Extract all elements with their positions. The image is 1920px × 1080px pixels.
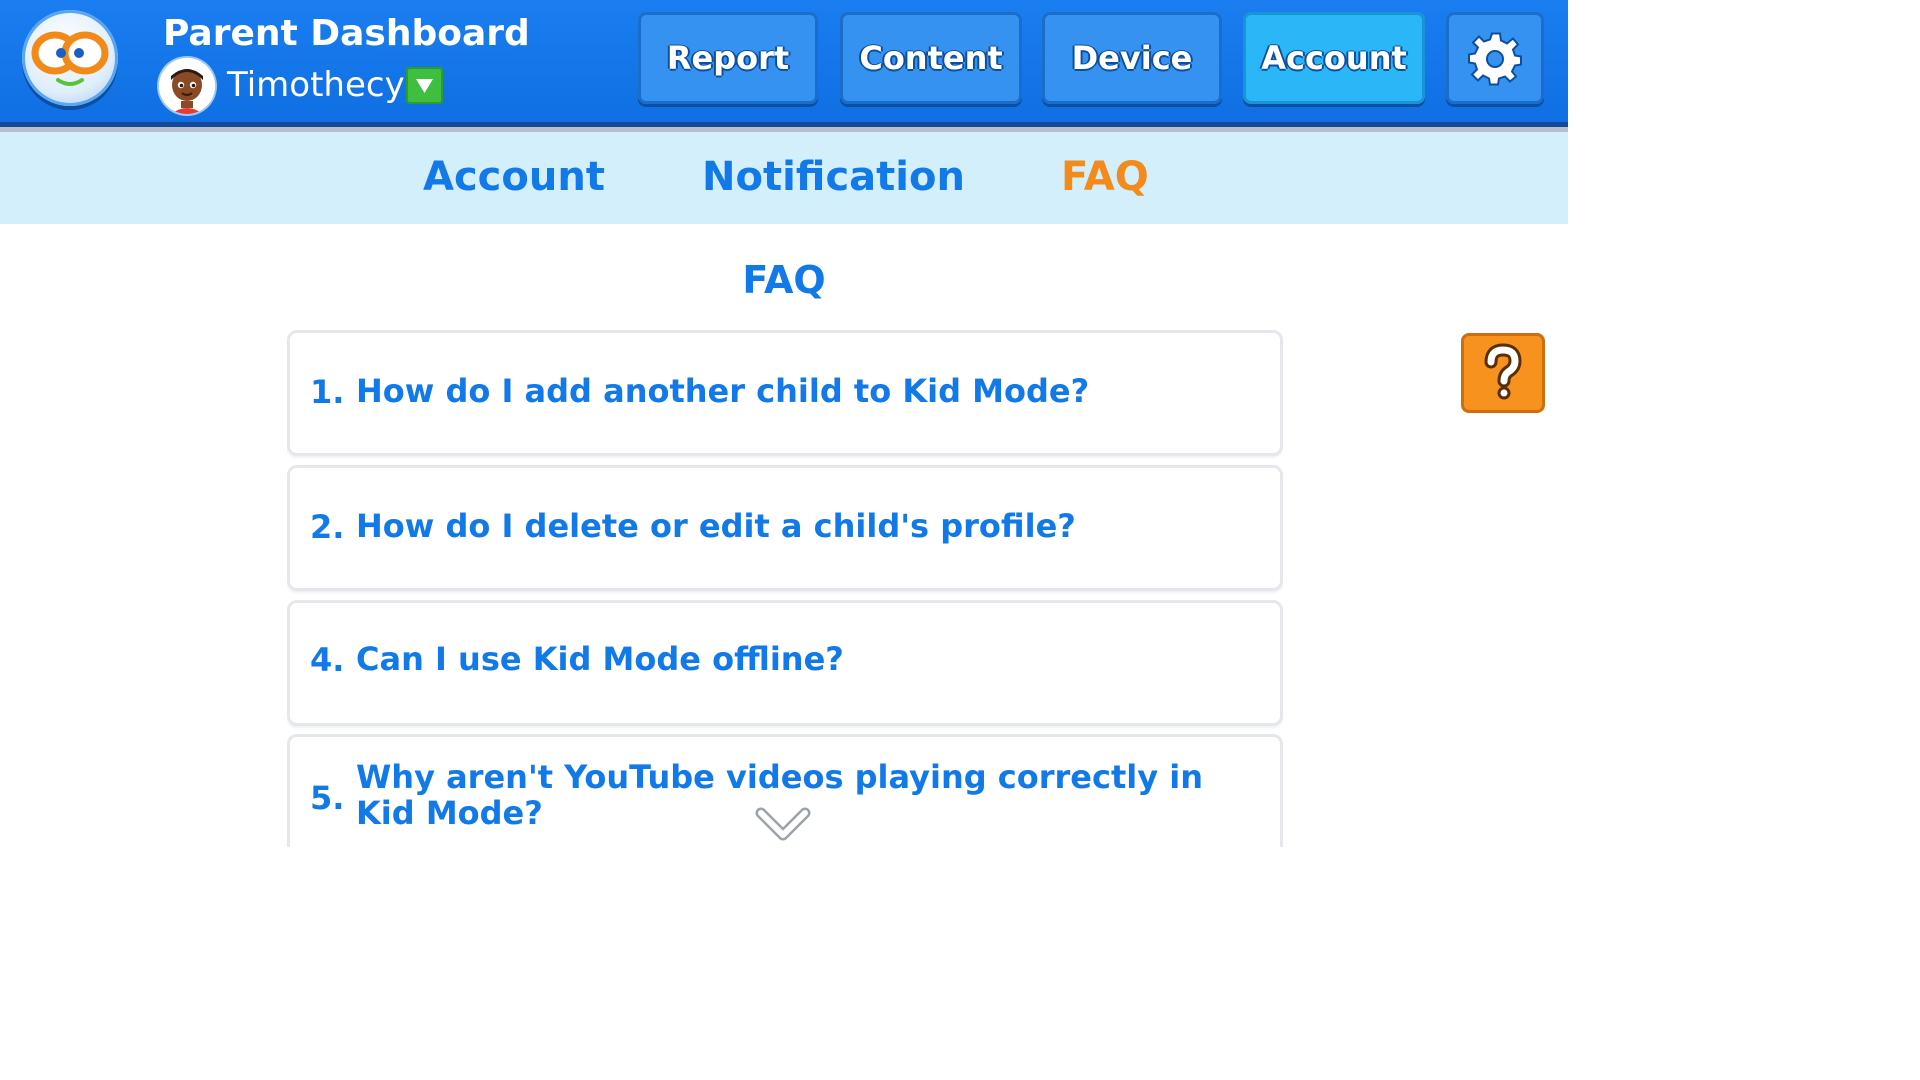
nav-device-button[interactable]: Device (1042, 12, 1222, 104)
child-face-icon (159, 58, 215, 114)
tab-faq[interactable]: FAQ (1061, 150, 1149, 204)
child-selector-dropdown[interactable] (406, 67, 443, 104)
child-name: Timothecy (227, 65, 405, 105)
faq-item[interactable]: 2. How do I delete or edit a child's pro… (287, 465, 1283, 591)
tab-notification[interactable]: Notification (702, 150, 965, 204)
question-mark-icon (1484, 343, 1522, 400)
dashboard-title: Parent Dashboard (163, 13, 530, 54)
settings-button[interactable] (1446, 12, 1544, 104)
scroll-down-button[interactable] (753, 801, 813, 845)
nav-report-button[interactable]: Report (638, 12, 818, 104)
owl-eyes-icon (31, 31, 109, 86)
faq-item[interactable]: 1. How do I add another child to Kid Mod… (287, 330, 1283, 456)
nav-content-button[interactable]: Content (840, 12, 1022, 104)
chevron-down-icon (755, 807, 811, 841)
page-title: FAQ (742, 258, 826, 302)
faq-item[interactable]: 4. Can I use Kid Mode offline? (287, 600, 1283, 726)
faq-number: 1. (310, 373, 345, 411)
gear-icon (1468, 32, 1522, 86)
faq-number: 2. (310, 508, 345, 546)
header-divider (0, 122, 1568, 132)
tab-account[interactable]: Account (423, 150, 605, 204)
triangle-down-icon (416, 79, 433, 93)
help-button[interactable] (1461, 333, 1545, 413)
faq-number: 4. (310, 641, 345, 679)
app-logo (22, 10, 118, 106)
faq-number: 5. (310, 779, 345, 817)
child-avatar[interactable] (159, 58, 215, 114)
faq-list[interactable]: 1. How do I add another child to Kid Mod… (287, 330, 1283, 847)
nav-account-button[interactable]: Account (1243, 12, 1425, 104)
settings-subtabs: Account Notification FAQ (0, 132, 1568, 224)
top-header: Parent Dashboard Timothecy Report Conten… (0, 0, 1568, 122)
faq-question: How do I add another child to Kid Mode? (356, 372, 1090, 410)
faq-question: Can I use Kid Mode offline? (356, 640, 844, 678)
faq-question: How do I delete or edit a child's profil… (356, 507, 1076, 545)
